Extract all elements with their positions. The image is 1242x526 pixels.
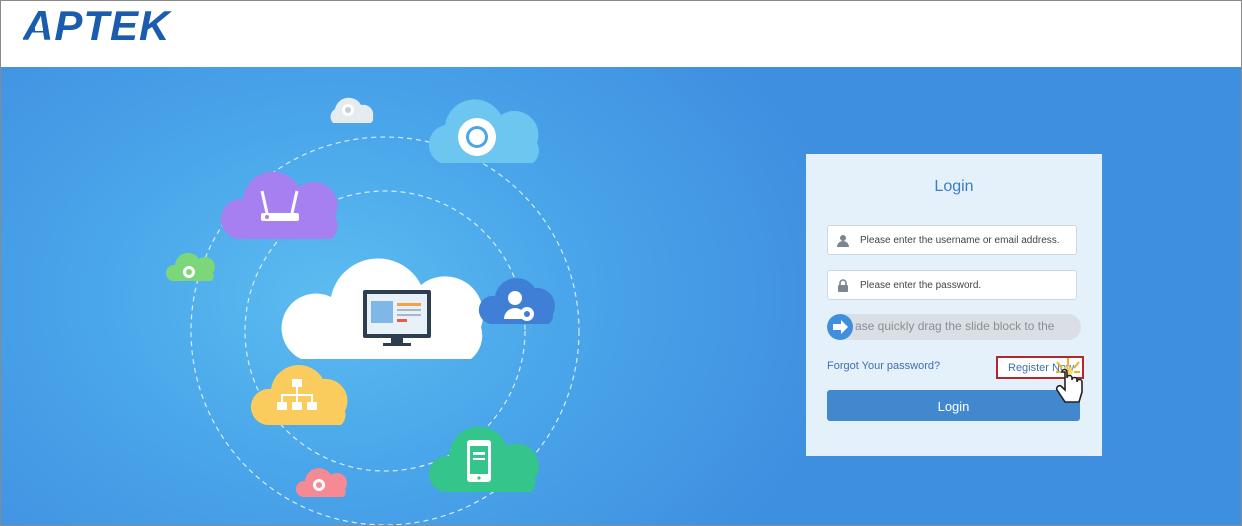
gear-cloud-gray-icon — [330, 97, 374, 123]
svg-text:APTEK: APTEK — [23, 7, 172, 47]
forgot-password-link[interactable]: Forgot Your password? — [827, 360, 940, 372]
hand-cursor-icon — [1055, 358, 1083, 403]
password-input[interactable] — [860, 275, 1072, 295]
cloud-illustration — [165, 97, 580, 525]
lock-icon — [838, 279, 848, 292]
login-button[interactable]: Login — [827, 390, 1080, 421]
login-title: Login — [934, 178, 974, 195]
password-field[interactable] — [827, 270, 1077, 300]
slide-verification[interactable]: ase quickly drag the slide block to the — [827, 314, 1081, 340]
arrow-right-icon — [833, 320, 848, 334]
mobile-cloud-icon — [428, 426, 539, 492]
sitemap-cloud-icon — [250, 364, 348, 425]
user-icon — [837, 235, 849, 247]
gear-cloud-green-icon — [165, 252, 215, 281]
slider-hint-text: ase quickly drag the slide block to the — [855, 319, 1055, 333]
username-field[interactable] — [827, 225, 1077, 255]
router-cloud-icon — [220, 171, 338, 239]
camera-cloud-icon — [428, 99, 539, 163]
username-input[interactable] — [860, 230, 1072, 250]
aptek-logo: APTEK — [23, 7, 172, 47]
header: APTEK — [1, 1, 1241, 67]
slider-handle[interactable] — [827, 314, 853, 340]
user-settings-cloud-icon — [478, 278, 555, 324]
gear-cloud-pink-icon — [295, 468, 348, 497]
central-cloud-icon — [281, 258, 484, 359]
